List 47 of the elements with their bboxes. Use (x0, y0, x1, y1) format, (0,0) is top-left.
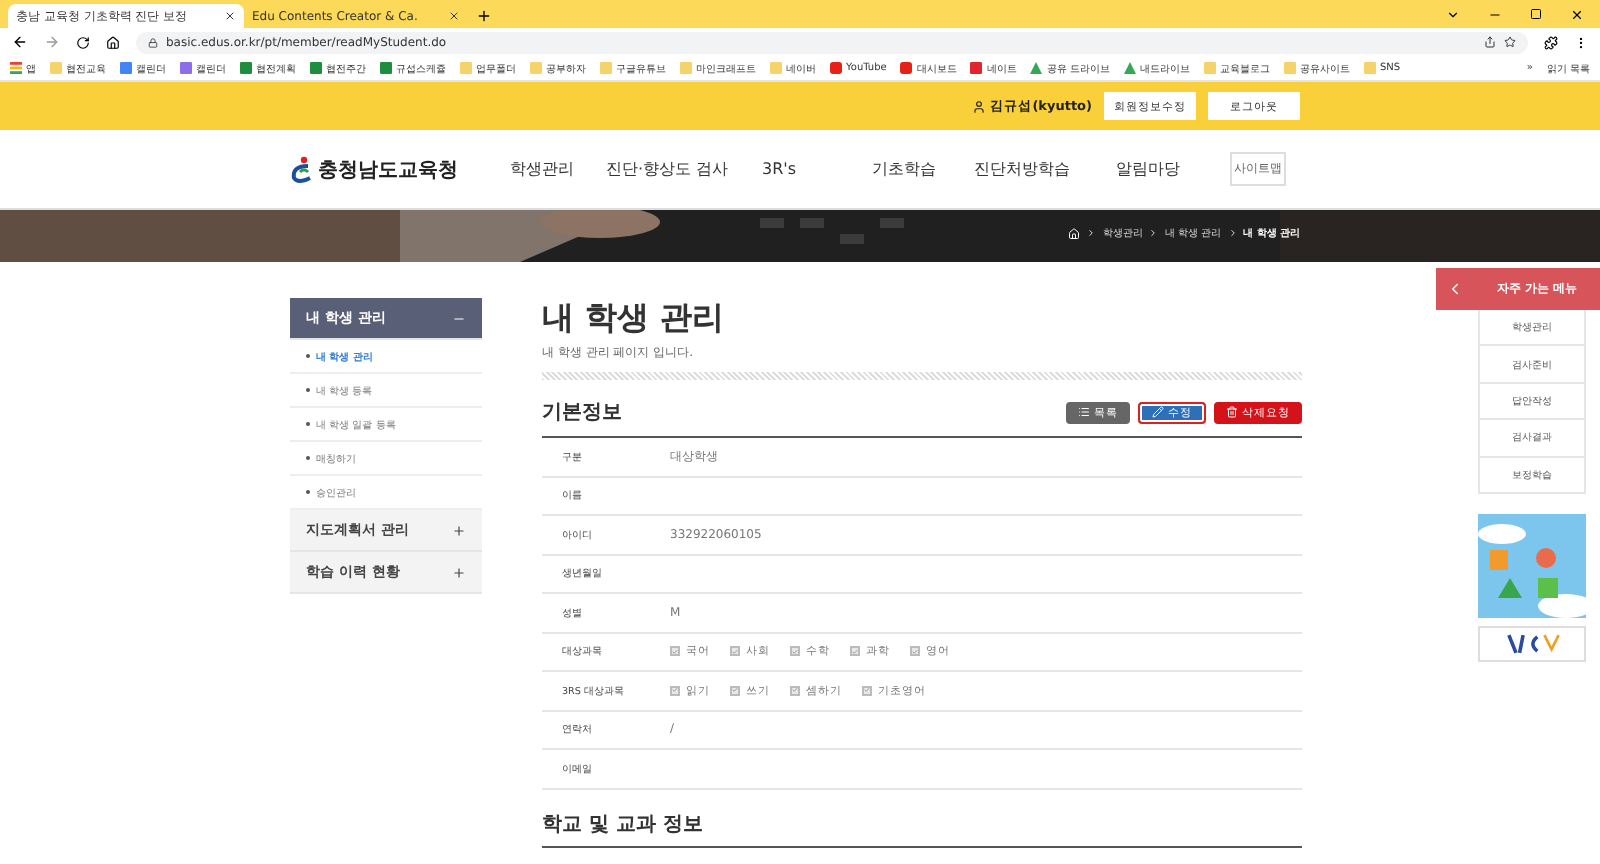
logo-icon (290, 155, 314, 183)
expand-icon (452, 565, 466, 579)
chevron-right-icon (1086, 228, 1097, 238)
nav-link[interactable]: 기초학습 (872, 158, 974, 180)
trash-icon (1226, 406, 1238, 418)
nav-link[interactable]: 3R's (762, 160, 872, 178)
user-icon (972, 99, 987, 113)
menu-icon[interactable] (1574, 35, 1588, 49)
chevron-left-icon[interactable] (1446, 280, 1464, 298)
close-icon[interactable] (448, 10, 460, 22)
nav-link[interactable]: 학생관리 (510, 158, 606, 180)
extension-icon[interactable] (1544, 35, 1558, 49)
nav-link[interactable]: 진단·향상도 검사 (606, 158, 762, 180)
checkbox[interactable] (862, 685, 872, 696)
nav-link[interactable]: 진단처방학습 (974, 158, 1116, 180)
nav-link[interactable]: 알림마당 (1116, 158, 1230, 180)
checkbox[interactable] (670, 646, 680, 657)
star-icon[interactable] (1504, 36, 1516, 48)
forward-icon[interactable] (44, 34, 60, 50)
reload-icon[interactable] (76, 35, 90, 49)
close-icon[interactable] (224, 10, 236, 22)
expand-icon (452, 523, 466, 537)
triangle-icon (1030, 62, 1043, 74)
checkbox[interactable] (910, 646, 920, 657)
checkbox[interactable] (790, 685, 800, 696)
section-title: 기본정보 (542, 400, 622, 426)
restore-icon[interactable] (1530, 8, 1542, 20)
home-icon[interactable] (106, 35, 120, 49)
lock-icon (148, 37, 158, 47)
chevron-down-icon[interactable] (1446, 7, 1460, 21)
checkbox[interactable] (730, 646, 740, 657)
pencil-icon (1152, 406, 1164, 418)
checkbox[interactable] (850, 646, 860, 657)
list-icon (1078, 406, 1090, 418)
back-icon[interactable] (12, 34, 28, 50)
triangle-icon (1123, 62, 1136, 74)
new-tab-icon[interactable] (476, 8, 492, 24)
logo-text: 충청남도교육청 (318, 157, 458, 183)
close-icon[interactable] (1570, 7, 1584, 21)
checkbox[interactable] (730, 685, 740, 696)
page-title: 내 학생 관리 (542, 298, 727, 338)
share-icon[interactable] (1484, 36, 1496, 48)
chevron-right-icon (1148, 228, 1159, 238)
checkbox[interactable] (790, 646, 800, 657)
chevron-right-icon (1227, 228, 1238, 238)
section-title: 학교 및 교과 정보 (542, 809, 1302, 847)
checkbox[interactable] (670, 685, 680, 696)
